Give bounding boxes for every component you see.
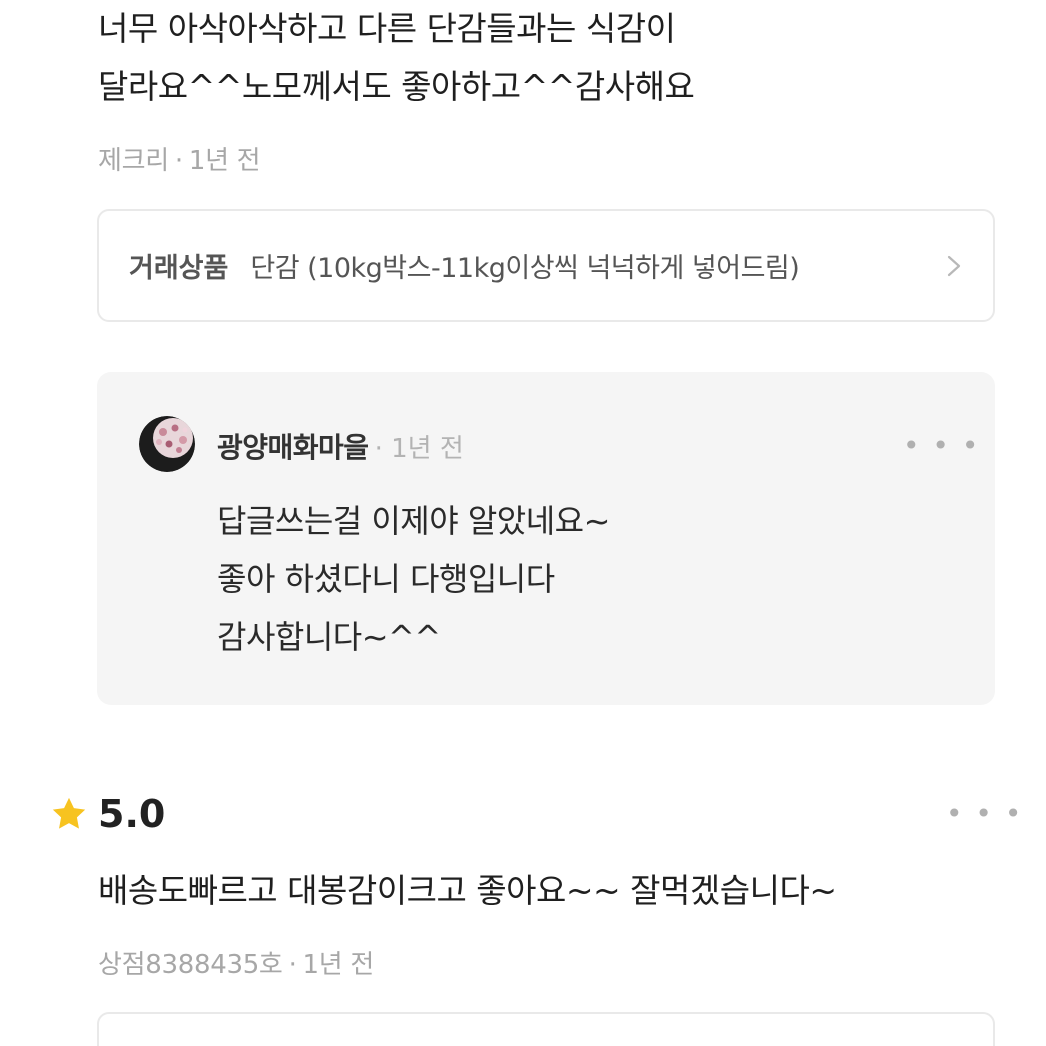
reply-text-line: 좋아 하셨다니 다행입니다	[217, 560, 555, 598]
avatar-image	[139, 416, 195, 472]
review-meta: 제크리 · 1년 전	[98, 140, 261, 177]
star-icon	[52, 797, 86, 829]
meta-separator: ·	[374, 434, 383, 464]
seller-name[interactable]: 광양매화마을	[217, 426, 369, 466]
review-text-line: 배송도빠르고 대봉감이크고 좋아요~~ 잘먹겠습니다~	[98, 871, 837, 910]
review-meta: 상점8388435호 · 1년 전	[98, 944, 374, 981]
traded-product-card[interactable]: 거래상품 단감 (10kg박스-11kg이상씩 넉넉하게 넣어드림)	[97, 209, 995, 322]
meta-separator: ·	[174, 146, 183, 176]
review-time: 1년 전	[302, 950, 375, 980]
review-time: 1년 전	[188, 146, 261, 176]
traded-product-card[interactable]	[97, 1012, 995, 1046]
seller-reply: 광양매화마을 · 1년 전 • • • 답글쓰는걸 이제야 알았네요~ 좋아 하…	[97, 372, 995, 705]
review-text: 배송도빠르고 대봉감이크고 좋아요~~ 잘먹겠습니다~	[98, 862, 978, 920]
reply-meta-time: · 1년 전	[375, 428, 464, 465]
review-text: 너무 아삭아삭하고 다른 단감들과는 식감이 달라요^^노모께서도 좋아하고^^…	[98, 0, 978, 116]
chevron-right-icon	[947, 255, 961, 276]
review-author[interactable]: 상점8388435호	[98, 950, 283, 980]
review-author[interactable]: 제크리	[98, 146, 169, 176]
more-dots-icon[interactable]: • • •	[903, 432, 980, 460]
review-list: 너무 아삭아삭하고 다른 단감들과는 식감이 달라요^^노모께서도 좋아하고^^…	[0, 0, 1046, 1046]
rating-value: 5.0	[98, 792, 166, 836]
product-name: 단감 (10kg박스-11kg이상씩 넉넉하게 넣어드림)	[250, 253, 800, 284]
product-label: 거래상품	[129, 253, 229, 284]
review-text-line: 달라요^^노모께서도 좋아하고^^감사해요	[98, 67, 695, 106]
reply-time: 1년 전	[391, 434, 464, 464]
reply-text-line: 답글쓰는걸 이제야 알았네요~	[217, 502, 610, 540]
review-text-line: 너무 아삭아삭하고 다른 단감들과는 식감이	[98, 9, 676, 48]
reply-text-line: 감사합니다~^^	[217, 618, 441, 656]
seller-meta: 광양매화마을 · 1년 전	[217, 426, 464, 466]
reply-text: 답글쓰는걸 이제야 알았네요~ 좋아 하셨다니 다행입니다 감사합니다~^^	[217, 492, 610, 666]
more-dots-icon[interactable]: • • •	[946, 800, 1023, 828]
meta-separator: ·	[288, 950, 297, 980]
seller-avatar[interactable]	[139, 416, 195, 472]
review-rating: 5.0	[50, 792, 165, 836]
